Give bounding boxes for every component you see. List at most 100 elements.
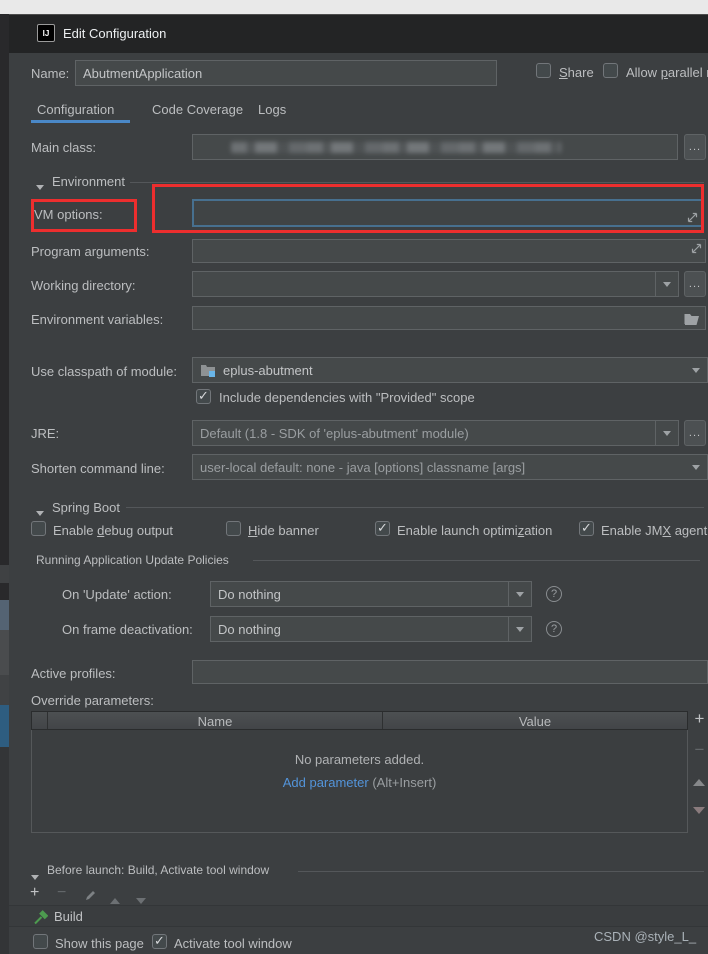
spring-boot-section-label[interactable]: Spring Boot: [52, 500, 120, 515]
tab-code-coverage[interactable]: Code Coverage: [152, 102, 243, 117]
enable-launch-optimization-checkbox[interactable]: [375, 521, 390, 536]
program-arguments-input[interactable]: [192, 239, 706, 263]
expand-icon[interactable]: [691, 243, 702, 254]
main-class-input[interactable]: [192, 134, 678, 160]
allow-parallel-checkbox[interactable]: [603, 63, 618, 78]
jre-label: JRE:: [31, 426, 59, 441]
module-icon: [201, 363, 216, 377]
move-up-icon[interactable]: [693, 774, 705, 789]
activate-tool-window-checkbox[interactable]: [152, 934, 167, 949]
bg-strip-segment: [0, 630, 9, 675]
chevron-down-icon[interactable]: [655, 421, 678, 445]
section-divider: [298, 871, 704, 872]
on-frame-deactivation-label: On frame deactivation:: [62, 622, 193, 637]
enable-launch-optimization-label[interactable]: Enable launch optimization: [397, 523, 552, 538]
parameters-table-header: Name Value: [31, 711, 688, 730]
allow-parallel-label[interactable]: Allow parallel r: [626, 65, 708, 80]
use-classpath-value: eplus-abutment: [216, 363, 313, 378]
update-policies-label: Running Application Update Policies: [36, 553, 229, 567]
bg-strip-segment: [0, 565, 9, 583]
active-profiles-label: Active profiles:: [31, 666, 116, 681]
section-divider: [130, 182, 704, 183]
tab-logs[interactable]: Logs: [258, 102, 286, 117]
folder-icon[interactable]: [684, 312, 700, 325]
environment-collapse-icon[interactable]: [36, 178, 44, 193]
before-launch-collapse-icon[interactable]: [31, 868, 39, 883]
working-directory-browse-button[interactable]: ...: [684, 271, 706, 297]
tab-configuration[interactable]: Configuration: [37, 102, 114, 117]
move-down-icon[interactable]: [693, 802, 705, 817]
chevron-down-icon[interactable]: [508, 617, 531, 641]
dialog-title: Edit Configuration: [63, 26, 166, 41]
use-classpath-combo[interactable]: eplus-abutment: [192, 357, 708, 383]
show-this-page-label[interactable]: Show this page: [55, 936, 144, 951]
override-parameters-label: Override parameters:: [31, 693, 154, 708]
shorten-command-line-combo[interactable]: user-local default: none - java [options…: [192, 454, 708, 480]
use-classpath-label: Use classpath of module:: [31, 364, 177, 379]
hide-banner-checkbox[interactable]: [226, 521, 241, 536]
active-tab-underline: [31, 120, 130, 123]
active-profiles-input[interactable]: [192, 660, 708, 684]
remove-row-icon[interactable]: −: [691, 740, 708, 760]
on-update-action-value: Do nothing: [211, 587, 281, 602]
environment-section-label[interactable]: Environment: [52, 174, 125, 189]
name-input[interactable]: AbutmentApplication: [75, 60, 497, 86]
chevron-down-icon[interactable]: [685, 358, 707, 382]
activate-tool-window-label[interactable]: Activate tool window: [174, 936, 292, 951]
include-provided-label[interactable]: Include dependencies with "Provided" sco…: [219, 390, 475, 405]
desktop-strip: [0, 0, 708, 14]
on-update-action-combo[interactable]: Do nothing: [210, 581, 532, 607]
main-class-browse-button[interactable]: ...: [684, 134, 706, 160]
add-parameter-link[interactable]: Add parameter: [283, 775, 369, 790]
share-checkbox[interactable]: [536, 63, 551, 78]
on-frame-deactivation-combo[interactable]: Do nothing: [210, 616, 532, 642]
chevron-down-icon[interactable]: [655, 272, 678, 296]
enable-debug-output-label[interactable]: Enable debug output: [53, 523, 173, 538]
edit-configuration-dialog: IJ Edit Configuration Name: AbutmentAppl…: [0, 0, 708, 954]
chevron-down-icon[interactable]: [508, 582, 531, 606]
jre-combo[interactable]: Default (1.8 - SDK of 'eplus-abutment' m…: [192, 420, 679, 446]
enable-debug-output-checkbox[interactable]: [31, 521, 46, 536]
jre-browse-button[interactable]: ...: [684, 420, 706, 446]
remove-task-icon[interactable]: −: [57, 884, 73, 902]
on-frame-deactivation-value: Do nothing: [211, 622, 281, 637]
share-label[interactable]: Share: [559, 65, 594, 80]
background-window-strip: [0, 14, 9, 954]
include-provided-checkbox[interactable]: [196, 389, 211, 404]
chevron-down-icon[interactable]: [685, 455, 707, 479]
working-directory-label: Working directory:: [31, 278, 136, 293]
environment-variables-label: Environment variables:: [31, 312, 163, 327]
section-divider: [253, 560, 700, 561]
add-task-icon[interactable]: +: [30, 884, 46, 902]
spring-boot-collapse-icon[interactable]: [36, 504, 44, 519]
watermark: CSDN @style_L_: [594, 929, 696, 944]
enable-jmx-agent-label[interactable]: Enable JMX agent: [601, 523, 707, 538]
annotation-red-box-field: [152, 184, 704, 233]
on-update-action-label: On 'Update' action:: [62, 587, 172, 602]
hide-banner-label[interactable]: Hide banner: [248, 523, 319, 538]
bg-strip-segment: [0, 747, 9, 954]
hammer-icon: [33, 910, 48, 925]
row-marker-column: [32, 712, 48, 729]
help-icon[interactable]: ?: [546, 621, 562, 637]
parameters-table-body[interactable]: No parameters added. Add parameter (Alt+…: [31, 730, 688, 833]
show-this-page-checkbox[interactable]: [33, 934, 48, 949]
section-divider: [126, 507, 704, 508]
main-class-label: Main class:: [31, 140, 96, 155]
empty-table-text: No parameters added.: [32, 752, 687, 767]
add-row-icon[interactable]: +: [691, 709, 708, 729]
column-header-name[interactable]: Name: [48, 712, 383, 729]
working-directory-combo[interactable]: [192, 271, 679, 297]
column-header-value[interactable]: Value: [383, 712, 687, 729]
add-parameter-row: Add parameter (Alt+Insert): [32, 775, 687, 790]
enable-jmx-agent-checkbox[interactable]: [579, 521, 594, 536]
edit-pencil-icon[interactable]: [84, 889, 97, 902]
before-launch-label[interactable]: Before launch: Build, Activate tool wind…: [47, 863, 269, 877]
help-icon[interactable]: ?: [546, 586, 562, 602]
name-label: Name:: [31, 66, 69, 81]
environment-variables-input[interactable]: [192, 306, 706, 330]
task-row-build[interactable]: Build: [9, 905, 708, 927]
bg-strip-segment: [0, 600, 9, 630]
name-value: AbutmentApplication: [76, 61, 496, 81]
intellij-idea-icon: IJ: [37, 24, 55, 42]
